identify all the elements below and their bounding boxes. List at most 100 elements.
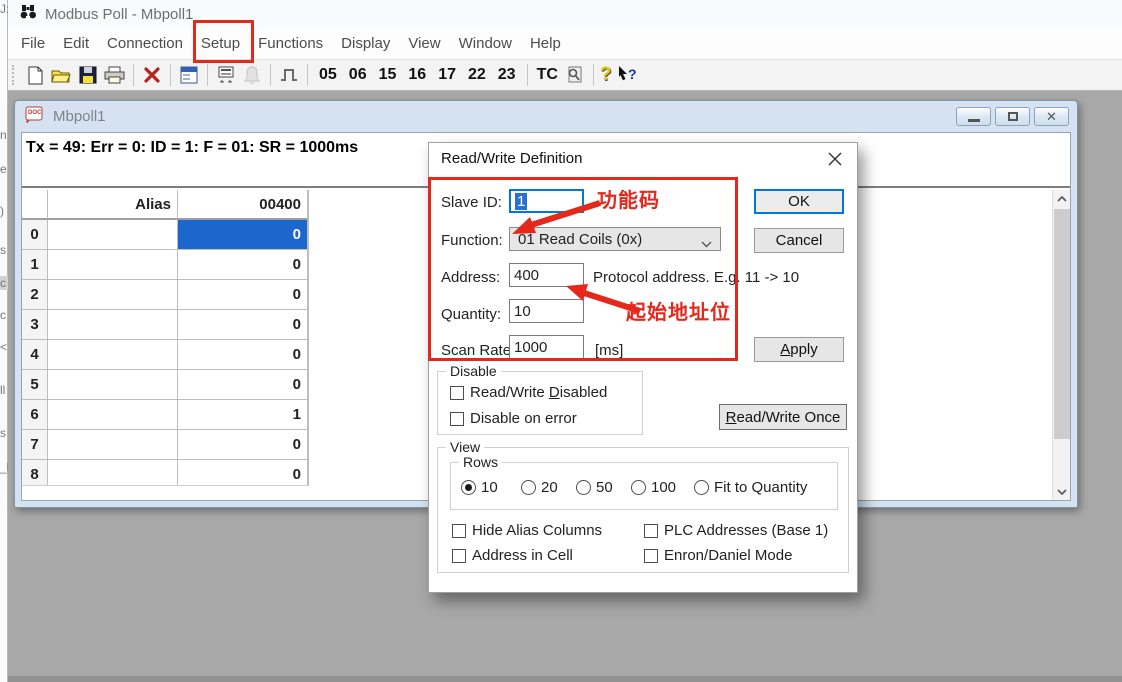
rows-50-label: 50: [596, 479, 613, 496]
new-document-icon[interactable]: [23, 63, 47, 87]
scroll-down-icon[interactable]: [1053, 483, 1071, 500]
ok-button[interactable]: OK: [754, 189, 844, 214]
rwo-accel: R: [726, 409, 737, 426]
menu-connection[interactable]: Connection: [98, 28, 192, 60]
quantity-input[interactable]: 10: [509, 299, 584, 323]
toolbar-separator: [307, 64, 308, 86]
hide-alias-columns-checkbox[interactable]: Hide Alias Columns: [452, 522, 602, 539]
row-header[interactable]: 6: [22, 400, 48, 430]
print-icon[interactable]: [102, 63, 127, 87]
setup-window-icon[interactable]: [177, 63, 201, 87]
function-16-button[interactable]: 16: [403, 66, 431, 84]
row-header[interactable]: 3: [22, 310, 48, 340]
scrollbar-thumb[interactable]: [1054, 209, 1070, 439]
menu-view[interactable]: View: [399, 28, 449, 60]
address-label: Address:: [441, 269, 500, 286]
restore-button[interactable]: [995, 107, 1030, 126]
value-cell[interactable]: 0: [178, 460, 308, 486]
row-header[interactable]: 5: [22, 370, 48, 400]
alias-cell[interactable]: [48, 400, 178, 430]
scroll-up-icon[interactable]: [1053, 190, 1071, 207]
toolbar-separator: [527, 64, 528, 86]
cancel-button[interactable]: Cancel: [754, 228, 844, 253]
vertical-scrollbar[interactable]: [1052, 190, 1070, 500]
value-cell[interactable]: 0: [178, 310, 308, 340]
alias-cell[interactable]: [48, 310, 178, 340]
save-icon[interactable]: [76, 63, 100, 87]
single-poll-icon[interactable]: [277, 63, 301, 87]
enron-daniel-checkbox[interactable]: Enron/Daniel Mode: [644, 547, 792, 564]
value-cell[interactable]: 0: [178, 250, 308, 280]
function-06-button[interactable]: 06: [344, 66, 372, 84]
value-cell-selected[interactable]: 0: [178, 220, 308, 250]
menu-functions[interactable]: Functions: [249, 28, 332, 60]
function-dropdown[interactable]: 01 Read Coils (0x): [509, 227, 721, 251]
value-cell[interactable]: 1: [178, 400, 308, 430]
alias-cell[interactable]: [48, 280, 178, 310]
checkbox-icon: [452, 524, 466, 538]
address-col-header[interactable]: 00400: [178, 190, 308, 220]
function-22-button[interactable]: 22: [463, 66, 491, 84]
plc-addresses-checkbox[interactable]: PLC Addresses (Base 1): [644, 522, 828, 539]
slave-id-input[interactable]: 1: [509, 189, 584, 213]
menu-edit[interactable]: Edit: [54, 28, 98, 60]
rows-20-radio[interactable]: 20: [521, 479, 558, 496]
poll-definition-icon[interactable]: [214, 63, 238, 87]
function-15-button[interactable]: 15: [374, 66, 402, 84]
minimize-button[interactable]: [956, 107, 991, 126]
address-input[interactable]: 400: [509, 263, 584, 287]
communication-traffic-icon[interactable]: [240, 63, 264, 87]
apply-button[interactable]: Apply: [754, 337, 844, 362]
menu-setup[interactable]: Setup: [192, 28, 249, 60]
bg-text-fragment: c: [0, 276, 8, 290]
value-cell[interactable]: 0: [178, 340, 308, 370]
disable-on-error-checkbox[interactable]: Disable on error: [450, 410, 577, 427]
about-icon[interactable]: ?: [600, 64, 612, 86]
bg-text-fragment: c: [0, 308, 6, 322]
view-group: View Rows 10 20 50 100 Fit to Quantity H…: [437, 447, 849, 573]
fit-to-quantity-radio[interactable]: Fit to Quantity: [694, 479, 807, 496]
disconnect-icon[interactable]: [140, 63, 164, 87]
dialog-close-icon[interactable]: [827, 151, 843, 167]
scan-log-icon[interactable]: [563, 63, 587, 87]
open-file-icon[interactable]: [49, 63, 74, 87]
table-row: 8 0: [22, 460, 308, 486]
value-cell[interactable]: 0: [178, 430, 308, 460]
value-cell[interactable]: 0: [178, 280, 308, 310]
test-center-button[interactable]: TC: [534, 66, 561, 84]
menu-help[interactable]: Help: [521, 28, 570, 60]
scan-rate-input[interactable]: 1000: [509, 335, 584, 359]
alias-cell[interactable]: [48, 250, 178, 280]
alias-col-header[interactable]: Alias: [48, 190, 178, 220]
row-header[interactable]: 0: [22, 220, 48, 250]
address-in-cell-checkbox[interactable]: Address in Cell: [452, 547, 573, 564]
rows-50-radio[interactable]: 50: [576, 479, 613, 496]
read-write-disabled-checkbox[interactable]: Read/Write Disabled: [450, 384, 607, 401]
alias-cell[interactable]: [48, 220, 178, 250]
value-cell[interactable]: 0: [178, 370, 308, 400]
read-write-once-button[interactable]: Read/Write Once: [719, 404, 847, 430]
alias-cell[interactable]: [48, 370, 178, 400]
function-17-button[interactable]: 17: [433, 66, 461, 84]
alias-cell[interactable]: [48, 340, 178, 370]
menu-display[interactable]: Display: [332, 28, 399, 60]
rows-100-label: 100: [651, 479, 676, 496]
row-header[interactable]: 1: [22, 250, 48, 280]
menu-file[interactable]: File: [12, 28, 54, 60]
function-23-button[interactable]: 23: [493, 66, 521, 84]
alias-cell[interactable]: [48, 460, 178, 486]
scan-rate-unit: [ms]: [595, 342, 623, 359]
menu-window[interactable]: Window: [450, 28, 521, 60]
row-header[interactable]: 4: [22, 340, 48, 370]
function-05-button[interactable]: 05: [314, 66, 342, 84]
toolbar-separator: [593, 64, 594, 86]
context-help-icon[interactable]: ?: [614, 63, 640, 87]
close-button[interactable]: ✕: [1034, 107, 1069, 126]
alias-cell[interactable]: [48, 430, 178, 460]
row-header[interactable]: 8: [22, 460, 48, 486]
row-header[interactable]: 2: [22, 280, 48, 310]
row-header[interactable]: 7: [22, 430, 48, 460]
table-row: 2 0: [22, 280, 308, 310]
rows-100-radio[interactable]: 100: [631, 479, 676, 496]
rows-10-radio[interactable]: 10: [461, 479, 498, 496]
